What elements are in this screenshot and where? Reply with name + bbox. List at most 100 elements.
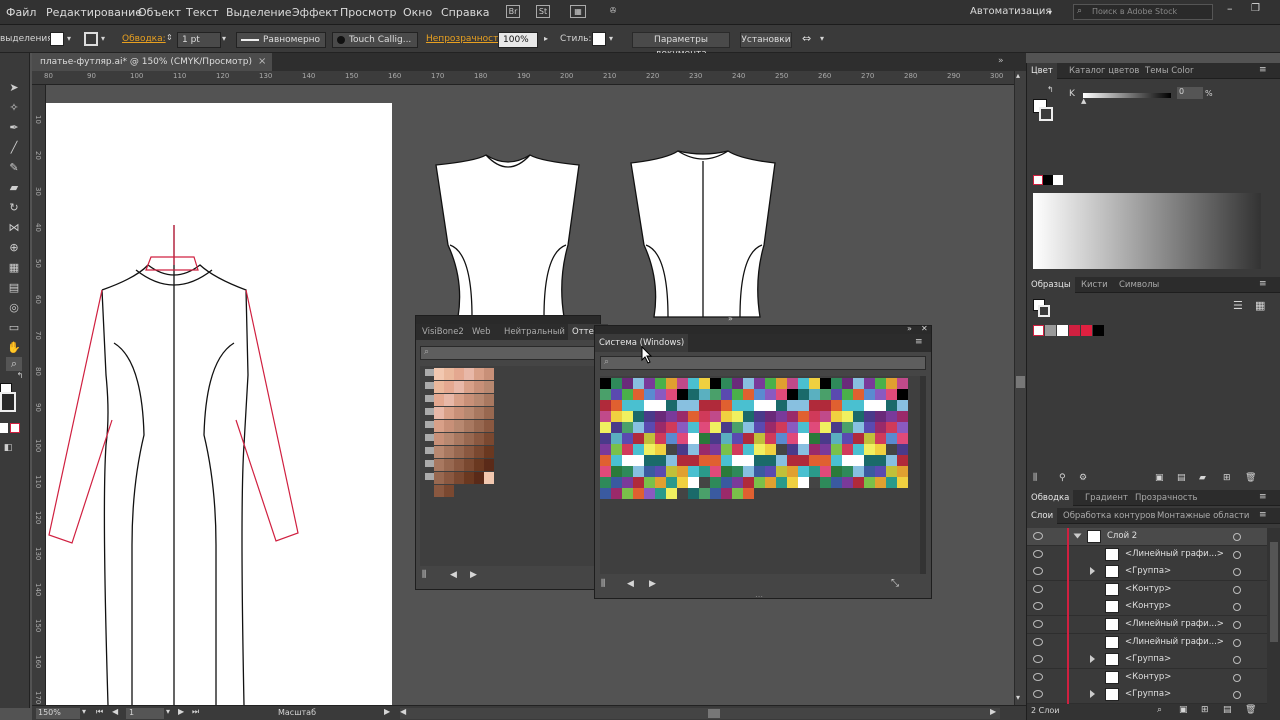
visibility-eye-icon[interactable]	[1033, 532, 1043, 540]
scroll-left-icon[interactable]: ◀	[400, 707, 406, 716]
swatch-tile[interactable]	[644, 433, 655, 444]
swatch-tile[interactable]	[688, 433, 699, 444]
swatch-tile[interactable]	[820, 433, 831, 444]
swatch-tile[interactable]	[677, 389, 688, 400]
swatch-tile[interactable]	[710, 477, 721, 488]
swatch-tile[interactable]	[765, 466, 776, 477]
swatch-tile[interactable]	[875, 433, 886, 444]
swatch-tile[interactable]	[666, 422, 677, 433]
visibility-eye-icon[interactable]	[1033, 567, 1043, 576]
panel-menu-icon[interactable]: ≡	[1259, 492, 1267, 502]
swatch-tile[interactable]	[787, 422, 798, 433]
swatch-tile[interactable]	[484, 407, 494, 419]
stock-search-input[interactable]: ⌕ Поиск в Adobe Stock	[1073, 4, 1213, 20]
swatch-tile[interactable]	[464, 381, 474, 393]
swatch-tile[interactable]	[474, 368, 484, 380]
swatch-tile[interactable]	[820, 389, 831, 400]
visibility-eye-icon[interactable]	[1033, 690, 1043, 699]
swatch-tile[interactable]	[699, 433, 710, 444]
swatch-tile[interactable]	[787, 433, 798, 444]
swatch-tile[interactable]	[765, 455, 776, 466]
swatch-tile[interactable]	[434, 485, 444, 497]
canvas-vertical-scrollbar[interactable]: ▴ ▾	[1014, 71, 1026, 705]
hand-tool-icon[interactable]: ✋	[6, 341, 22, 355]
swatch-scrollbar[interactable]	[920, 376, 926, 574]
black-color-icon[interactable]	[1043, 175, 1053, 185]
swatch-tile[interactable]	[434, 420, 444, 432]
swatch-tile[interactable]	[842, 444, 853, 455]
locate-object-icon[interactable]: ⌕	[1157, 705, 1162, 715]
swatch-tile[interactable]	[633, 389, 644, 400]
folder-icon[interactable]: ▰	[1199, 473, 1206, 483]
swatch-tile[interactable]	[875, 477, 886, 488]
swatch-tile[interactable]	[842, 455, 853, 466]
swatch-tile[interactable]	[699, 455, 710, 466]
target-circle-icon[interactable]	[1233, 585, 1241, 594]
stroke-label[interactable]: Обводка:	[122, 34, 166, 44]
swatch-tile[interactable]	[864, 422, 875, 433]
swatch-tile[interactable]	[434, 381, 444, 393]
swatch-tile[interactable]	[886, 477, 897, 488]
target-circle-icon[interactable]	[1233, 691, 1241, 700]
swatch-tile[interactable]	[600, 411, 611, 422]
shrink-panel-icon[interactable]: ⤡	[891, 578, 899, 589]
swatch-tile[interactable]	[655, 389, 666, 400]
control-menu-icon[interactable]: ▾	[820, 34, 824, 43]
swatch-tile[interactable]	[454, 485, 464, 497]
layer-name[interactable]: <Группа>	[1125, 566, 1171, 576]
tab-stroke[interactable]: Обводка	[1027, 490, 1074, 506]
swatch-tile[interactable]	[820, 466, 831, 477]
swatch-tile[interactable]	[600, 466, 611, 477]
swatch-tile[interactable]	[484, 368, 494, 380]
workspace-switcher[interactable]: Автоматизация	[970, 6, 1051, 17]
color-mode-icon[interactable]	[0, 423, 8, 433]
bridge-icon[interactable]: Br	[506, 5, 520, 18]
swatch-tile[interactable]	[464, 472, 474, 484]
swatch-tile[interactable]	[798, 444, 809, 455]
swatch-tile[interactable]	[776, 466, 787, 477]
swatch-tile[interactable]	[434, 394, 444, 406]
library-menu-icon[interactable]: ⫼	[601, 579, 605, 589]
selection-tool-icon[interactable]: ➤	[6, 81, 22, 95]
swatch-tile[interactable]	[655, 378, 666, 389]
swatch-tile[interactable]	[820, 400, 831, 411]
swatch-tile[interactable]	[666, 444, 677, 455]
swatch-tile[interactable]	[666, 433, 677, 444]
swatch-tile[interactable]	[831, 466, 842, 477]
swatch-tile[interactable]	[444, 407, 454, 419]
swatch-tile[interactable]	[809, 433, 820, 444]
swatch-tile[interactable]	[820, 378, 831, 389]
swatch-tile[interactable]	[677, 455, 688, 466]
swatch-tile[interactable]	[886, 378, 897, 389]
swatch-tile[interactable]	[820, 477, 831, 488]
tab-gradient[interactable]: Градиент	[1081, 490, 1132, 506]
swatch-tile[interactable]	[484, 433, 494, 445]
swatch-tile[interactable]	[611, 433, 622, 444]
swatch-tile[interactable]	[633, 433, 644, 444]
swatch-tile[interactable]	[666, 389, 677, 400]
swatch-stroke-icon[interactable]	[1038, 305, 1050, 317]
none-color-icon[interactable]	[1033, 175, 1043, 185]
none-mode-icon[interactable]	[10, 423, 20, 433]
zoom-dropdown-icon[interactable]: ▾	[82, 707, 86, 716]
swatch-tile[interactable]	[710, 433, 721, 444]
swatch-tile[interactable]	[776, 444, 787, 455]
swatch-tile[interactable]	[831, 411, 842, 422]
swatch-tile[interactable]	[644, 411, 655, 422]
swatch-tile[interactable]	[886, 422, 897, 433]
swatch-tile[interactable]	[688, 444, 699, 455]
swatch-tile[interactable]	[666, 455, 677, 466]
swatch-tile[interactable]	[622, 389, 633, 400]
swatch-tile[interactable]	[798, 466, 809, 477]
library-back-search[interactable]: ⌕	[420, 346, 596, 360]
swatch-tile[interactable]	[688, 466, 699, 477]
swatch-tile[interactable]	[853, 411, 864, 422]
swatch-tile[interactable]	[464, 446, 474, 458]
swatch-tile[interactable]	[655, 455, 666, 466]
swatch-tile[interactable]	[897, 378, 908, 389]
swatch-none[interactable]	[1033, 325, 1044, 336]
swatch-tile[interactable]	[454, 433, 464, 445]
swatch-tile[interactable]	[886, 433, 897, 444]
restore-icon[interactable]: ❐	[1251, 3, 1260, 14]
artboard-tool-icon[interactable]: ▭	[6, 321, 22, 335]
